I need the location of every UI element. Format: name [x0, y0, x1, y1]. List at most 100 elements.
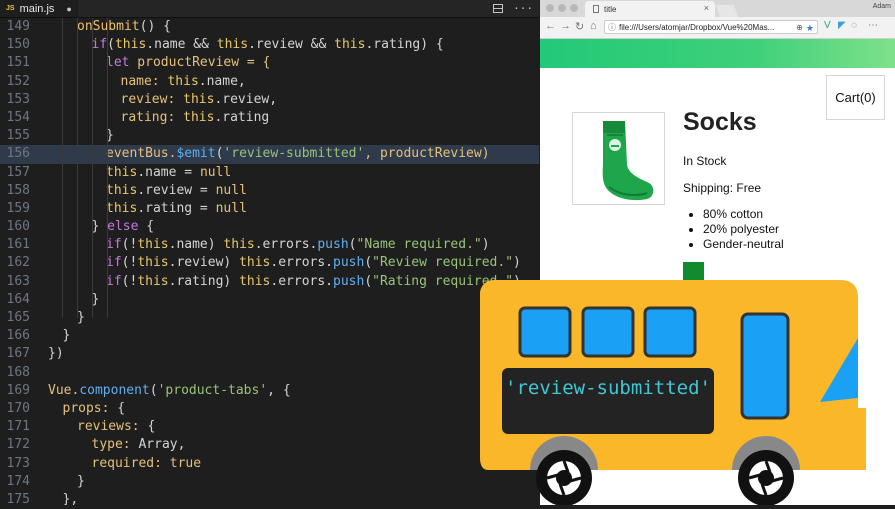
code-token: (: [348, 237, 357, 253]
list-item: 80% cotton: [703, 207, 784, 222]
code-line[interactable]: 155}: [0, 127, 539, 145]
wheel-icon: [738, 450, 794, 506]
code-line[interactable]: 160} else {: [0, 218, 539, 236]
unsaved-dot-icon[interactable]: ●: [66, 4, 71, 14]
home-icon[interactable]: ⌂: [590, 20, 597, 32]
close-tab-icon[interactable]: ×: [704, 3, 709, 13]
address-bar[interactable]: ⓘ file:///Users/atomjar/Dropbox/Vue%20Ma…: [604, 20, 818, 34]
line-number: 166: [6, 328, 30, 344]
color-swatch[interactable]: [683, 262, 704, 282]
code-line[interactable]: 175},: [0, 491, 539, 505]
code-line[interactable]: 169 Vue.component('product-tabs', {: [0, 382, 539, 400]
code-token: props:: [62, 400, 118, 416]
code-line[interactable]: 157 this.name = null: [0, 164, 539, 182]
code-token: (!: [121, 237, 138, 253]
code-line[interactable]: 162 if(!this.review) this.errors.push("Re…: [0, 254, 539, 272]
code-line[interactable]: 151 let productReview = {: [0, 54, 539, 72]
code-line[interactable]: 174}: [0, 473, 539, 491]
code-token: ,: [177, 437, 186, 453]
code-line[interactable]: 153 review: this.review,: [0, 91, 539, 109]
code-token: ): [481, 237, 490, 253]
product-image: [572, 112, 665, 205]
code-line[interactable]: 154 rating: this.rating: [0, 109, 539, 127]
extension-icon[interactable]: ◤: [838, 20, 846, 31]
browser-toolbar: ← → ↻ ⌂ ⓘ file:///Users/atomjar/Dropbox/…: [540, 17, 895, 39]
new-tab-button[interactable]: [715, 5, 739, 17]
code-text: }: [77, 309, 85, 327]
reload-icon[interactable]: ↻: [575, 20, 584, 33]
code-token: let: [106, 55, 130, 71]
browser-menu-icon[interactable]: ⋯: [868, 20, 878, 31]
code-token: "Name required.": [356, 237, 482, 253]
code-line[interactable]: 152 name: this.name,: [0, 73, 539, 91]
more-actions-icon[interactable]: ···: [513, 2, 533, 15]
code-token: }): [48, 346, 64, 362]
code-line[interactable]: 170 props: {: [0, 400, 539, 418]
page-info-icon[interactable]: ⓘ: [608, 21, 616, 33]
close-window-button[interactable]: [546, 4, 554, 12]
minimize-window-button[interactable]: [558, 4, 566, 12]
wheel-icon: [536, 450, 592, 506]
back-arrow-icon[interactable]: ←: [545, 20, 556, 32]
indent-guide: [107, 18, 108, 318]
code-line[interactable]: 171 reviews: {: [0, 418, 539, 436]
code-token: productReview = {: [129, 55, 271, 71]
code-token: review:: [120, 91, 184, 107]
code-line[interactable]: 168: [0, 364, 539, 382]
zoom-window-button[interactable]: [570, 4, 578, 12]
shipping-info: Shipping: Free: [683, 181, 762, 195]
code-area[interactable]: 149 onSubmit() {150 if(this.name && this.r…: [0, 18, 539, 505]
code-text: }: [63, 327, 71, 345]
code-line[interactable]: 149 onSubmit() {: [0, 18, 539, 36]
code-text: this.review = null: [106, 182, 247, 200]
code-line[interactable]: 158 this.review = null: [0, 182, 539, 200]
code-line[interactable]: 161 if(!this.name) this.errors.push("Name…: [0, 236, 539, 254]
zoom-icon[interactable]: ⊕: [796, 21, 803, 33]
code-token: .rating: [214, 109, 270, 125]
forward-arrow-icon[interactable]: →: [560, 20, 571, 32]
code-text: this.name = null: [106, 164, 231, 182]
bookmark-star-icon[interactable]: ★: [806, 21, 814, 33]
code-line[interactable]: 172 type: Array,: [0, 436, 539, 454]
code-line[interactable]: 166}: [0, 327, 539, 345]
code-line[interactable]: 165}: [0, 309, 539, 327]
extension-icon[interactable]: ◌: [851, 20, 857, 31]
code-token: }: [62, 328, 71, 344]
code-text: if(!this.name) this.errors.push("Name re…: [106, 236, 490, 254]
code-token: true: [169, 455, 202, 471]
line-number: 169: [6, 382, 30, 398]
code-line[interactable]: 167}): [0, 345, 539, 363]
code-line[interactable]: 159 this.rating = null: [0, 200, 539, 218]
line-number: 155: [6, 128, 30, 144]
code-line[interactable]: 150 if(this.name && this.review && this.r…: [0, 36, 539, 54]
code-token: , productReview): [364, 146, 490, 162]
browser-tab[interactable]: title ×: [585, 1, 715, 17]
code-token: if: [91, 37, 108, 53]
code-line[interactable]: 164}: [0, 291, 539, 309]
profile-name[interactable]: Adam: [873, 3, 891, 10]
code-line[interactable]: 173 required: true: [0, 455, 539, 473]
list-item: 20% polyester: [703, 222, 784, 237]
line-number: 170: [6, 400, 30, 416]
line-number: 156: [6, 146, 30, 162]
code-token: null: [215, 182, 247, 198]
split-editor-icon[interactable]: [493, 4, 504, 13]
line-number: 167: [6, 346, 30, 362]
product-details-list: 80% cotton 20% polyester Gender-neutral: [683, 207, 784, 252]
code-token: push: [333, 273, 365, 289]
code-token: (: [107, 37, 115, 53]
vue-devtools-icon[interactable]: V: [824, 20, 831, 31]
code-line[interactable]: 156 eventBus.$emit('review-submitted', pr…: [0, 145, 539, 164]
code-token: {: [147, 419, 156, 435]
code-token: .errors.: [270, 273, 334, 289]
line-number: 172: [6, 437, 30, 453]
code-line[interactable]: 163 if(!this.rating) this.errors.push("Ra…: [0, 273, 539, 291]
line-number: 152: [6, 73, 30, 89]
code-token: required:: [91, 455, 170, 471]
code-token: (!: [121, 273, 138, 289]
event-bus-illustration: 'review-submitted': [480, 280, 870, 506]
line-number: 160: [6, 219, 30, 235]
code-token: this: [216, 37, 249, 53]
editor-tab-main-js[interactable]: JS main.js ●: [0, 0, 78, 17]
code-token: this: [334, 37, 366, 53]
